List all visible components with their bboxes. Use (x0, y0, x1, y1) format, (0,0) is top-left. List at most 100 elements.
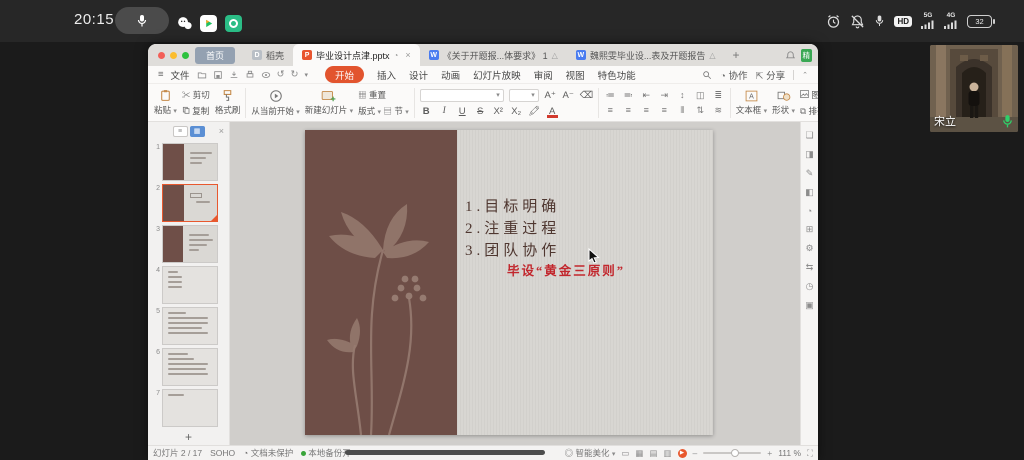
slide-thumbnail-3[interactable]: 3 (150, 225, 225, 263)
text-direction-button[interactable]: ≣ (712, 90, 725, 101)
shapes-button[interactable]: 形状 ▾ (772, 90, 795, 116)
collaborate-button[interactable]: ◔ 协作 (720, 68, 747, 82)
slide-thumbnail-1[interactable]: 1 (150, 143, 225, 181)
slide-thumbnail-5[interactable]: 5 (150, 307, 225, 345)
close-window-button[interactable] (158, 52, 165, 59)
zoom-slider-knob[interactable] (731, 449, 739, 457)
superscript-button[interactable]: X² (492, 106, 505, 117)
pen-icon[interactable]: ✎ (806, 168, 814, 179)
arrange-dropdown[interactable]: ⧉ 排列 ▾ (800, 105, 818, 117)
output-icon[interactable] (229, 70, 239, 80)
tab-view[interactable]: 视图 (566, 68, 585, 82)
cut-button[interactable]: ✂ 剪切 (182, 89, 210, 101)
wechat-icon[interactable] (176, 15, 193, 32)
format-painter-button[interactable]: 格式刷 (215, 89, 241, 116)
settings-icon[interactable]: ⚙ (805, 243, 813, 254)
tab-review[interactable]: 审阅 (534, 68, 553, 82)
copy-button[interactable]: 复制 (182, 105, 210, 117)
slide-highlight-text[interactable]: 毕设“黄金三原则” (507, 260, 625, 279)
redo-icon[interactable]: ↻ (291, 69, 299, 80)
slide-thumbnail-2-selected[interactable]: 2 (150, 184, 225, 222)
highlight-color-button[interactable]: 🖍 (528, 106, 541, 117)
slideshow-play-button[interactable]: ▶ (678, 449, 687, 458)
layout-dropdown[interactable]: 版式 ▾ (358, 106, 381, 116)
member-badge[interactable]: 精 (801, 49, 813, 62)
current-slide[interactable]: 1.目标明确 2.注重过程 3.团队协作 毕设“黄金三原则” (305, 130, 713, 435)
reading-view-icon[interactable]: ▥ (663, 448, 671, 459)
tab-slideshow[interactable]: 幻灯片放映 (473, 68, 521, 82)
hamburger-icon[interactable]: ≡ (158, 69, 164, 80)
normal-view-icon[interactable]: ▦ (635, 448, 643, 459)
tab-active-presentation[interactable]: P 毕业设计点津.pptx ◔ × (293, 44, 420, 66)
columns-button[interactable]: ◫ (694, 90, 707, 101)
font-family-select[interactable]: ▾ (420, 89, 504, 102)
justify-button[interactable]: ≡ (658, 105, 671, 115)
section-dropdown[interactable]: ▤ 节 ▾ (383, 106, 408, 116)
reset-button[interactable]: ▦ 重置 (358, 89, 409, 101)
tab-special-features[interactable]: 特色功能 (598, 68, 636, 82)
zoom-out-button[interactable]: – (693, 448, 698, 458)
search-icon[interactable] (702, 70, 712, 80)
slide-thumbnail-4[interactable]: 4 (150, 266, 225, 304)
chart-icon[interactable]: ⊞ (806, 224, 814, 235)
picture-dropdown[interactable]: 图片 ▾ (800, 89, 818, 101)
decrease-font-button[interactable]: A⁻ (562, 90, 575, 101)
notes-view-icon[interactable]: ▭ (621, 448, 629, 459)
protect-status[interactable]: ◔ 文档未保护 (243, 447, 293, 459)
tab-doc-2[interactable]: W 魏熙雯毕业设...表及开题报告 △ (567, 44, 725, 66)
bold-button[interactable]: B (420, 106, 433, 117)
close-tab-icon[interactable]: × (405, 50, 410, 60)
print-icon[interactable] (245, 70, 255, 80)
tab-design[interactable]: 设计 (409, 68, 428, 82)
slide-body-text[interactable]: 1.目标明确 2.注重过程 3.团队协作 (465, 196, 560, 262)
zoom-window-button[interactable] (182, 52, 189, 59)
vertical-align-button[interactable]: ⇅ (694, 105, 707, 116)
notes-icon[interactable]: ▣ (805, 300, 814, 311)
tab-animation[interactable]: 动画 (441, 68, 460, 82)
properties-icon[interactable]: ❏ (805, 130, 813, 141)
smart-beautify-button[interactable]: ◎ 智能美化 ▾ (565, 447, 616, 459)
save-icon[interactable] (213, 70, 223, 80)
collapse-ribbon-icon[interactable]: ⌃ (802, 71, 808, 79)
slide-thumbnail-7[interactable]: 7 (150, 389, 225, 427)
increase-font-button[interactable]: A⁺ (544, 90, 557, 101)
backup-status[interactable]: 本地备份开 (301, 447, 351, 459)
sorter-view-icon[interactable]: ▤ (649, 448, 657, 459)
close-panel-icon[interactable]: × (219, 126, 224, 136)
new-tab-button[interactable]: + (725, 48, 748, 62)
transition-icon[interactable]: ⇆ (806, 262, 814, 273)
textbox-button[interactable]: A 文本框 ▾ (736, 90, 767, 116)
add-slide-button[interactable]: + (148, 430, 229, 444)
outline-view-toggle[interactable]: ≡ (173, 126, 188, 137)
underline-button[interactable]: U (456, 106, 469, 117)
zoom-in-button[interactable]: + (767, 448, 772, 458)
new-slide-button[interactable]: 新建幻灯片 ▾ (305, 89, 353, 116)
history-icon[interactable]: ◷ (806, 281, 814, 292)
font-color-button[interactable]: A (546, 106, 559, 117)
undo-icon[interactable]: ↺ (277, 69, 285, 80)
notification-bell-icon[interactable] (785, 50, 796, 61)
italic-button[interactable]: I (438, 106, 451, 116)
align-right-button[interactable]: ≡ (640, 105, 653, 115)
tab-insert[interactable]: 插入 (377, 68, 396, 82)
align-center-button[interactable]: ≡ (622, 105, 635, 115)
smart-design-icon[interactable]: ◔ (807, 206, 812, 216)
tab-doc-1[interactable]: W 《关于开题报...体要求》 1 △ (420, 44, 567, 66)
align-left-button[interactable]: ≡ (604, 105, 617, 115)
paste-button[interactable]: 粘贴 ▾ (154, 89, 177, 116)
autofit-button[interactable]: ≋ (712, 105, 725, 116)
green-app-icon[interactable] (225, 15, 242, 32)
increase-indent-button[interactable]: ⇥ (658, 90, 671, 101)
thumbnail-view-toggle[interactable]: ▦ (190, 126, 205, 137)
tab-docer[interactable]: D 稻壳 (243, 44, 293, 66)
subscript-button[interactable]: X₂ (510, 106, 523, 117)
number-list-button[interactable]: ≕ (622, 90, 635, 101)
object-layer-icon[interactable]: ◨ (805, 149, 814, 160)
file-menu[interactable]: 文件 (171, 68, 190, 82)
open-icon[interactable] (197, 70, 207, 80)
clear-format-button[interactable]: ⌫ (580, 90, 593, 101)
play-from-current-button[interactable]: 从当前开始 ▾ (251, 89, 299, 117)
quick-access-dropdown-icon[interactable]: ▾ (305, 71, 309, 79)
share-button[interactable]: ⇱ 分享 (756, 68, 786, 82)
slide-thumbnail-6[interactable]: 6 (150, 348, 225, 386)
